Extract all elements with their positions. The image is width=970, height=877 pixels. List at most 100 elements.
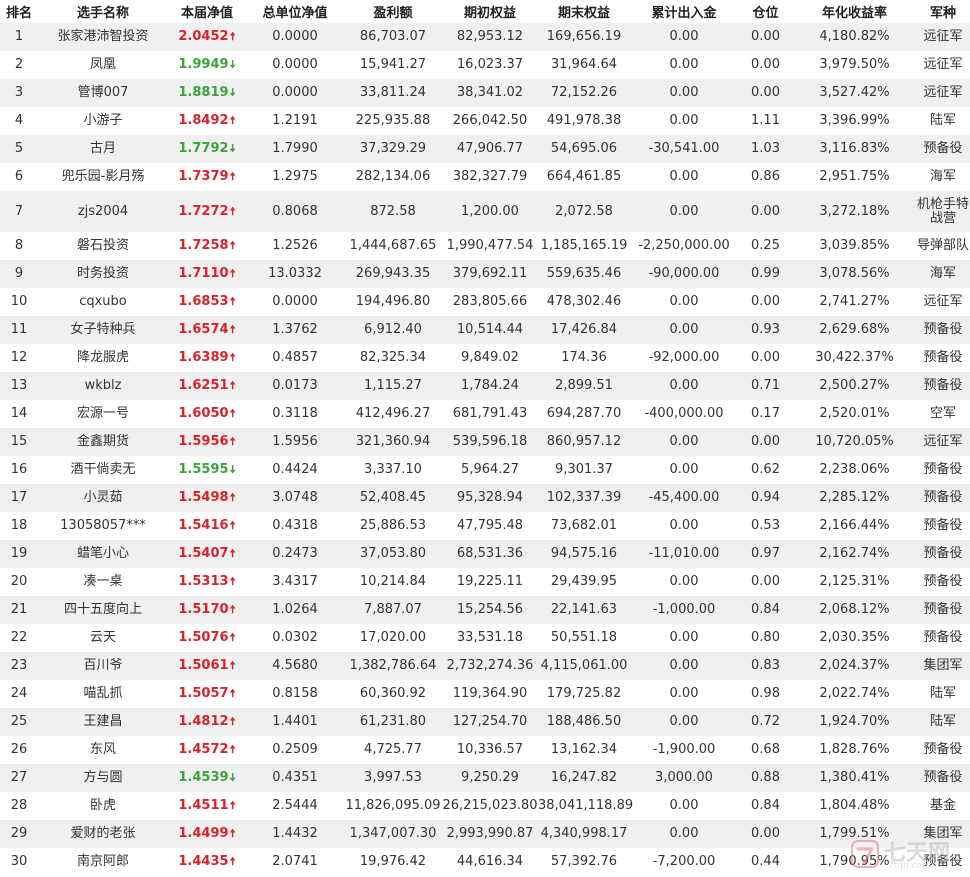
cell-annual-return: 2,238.06%: [793, 456, 916, 484]
cell-name: 古月: [38, 135, 168, 163]
cell-military: 预备役: [916, 372, 970, 400]
nav-value: 1.5170: [178, 602, 229, 617]
cell-end-equity: 38,041,118.89: [538, 792, 633, 820]
cell-profit: 82,325.34: [344, 344, 442, 372]
header-position: 仓位: [738, 0, 793, 23]
table-row: 27 方与圆 1.4539🠇 0.4351 3,997.53 9,250.29 16,247…: [0, 764, 970, 792]
cell-end-equity: 54,695.06: [538, 135, 630, 163]
cell-total-nav: 3.0748: [246, 484, 344, 512]
cell-end-equity: 4,115,061.00: [538, 652, 630, 680]
cell-nav: 1.6251🠅: [168, 372, 246, 400]
nav-value: 2.0452: [178, 29, 229, 44]
cell-nav: 1.5416🠅: [168, 512, 246, 540]
cell-rank: 3: [0, 79, 38, 107]
cell-annual-return: 2,629.68%: [793, 316, 916, 344]
cell-name: 卧虎: [38, 792, 168, 820]
cell-military: 集团军: [916, 652, 970, 680]
cell-rank: 23: [0, 652, 38, 680]
cell-begin-equity: 5,964.27: [442, 456, 538, 484]
nav-value: 1.5313: [178, 574, 229, 589]
cell-end-equity: 94,575.16: [538, 540, 630, 568]
cell-end-equity: 72,152.26: [538, 79, 630, 107]
ranking-table: 排名 选手名称 本届净值 总单位净值 盈利额 期初权益 期末权益 累计出入金 仓位 年化收益率 军种…: [0, 0, 970, 876]
cell-cumulative-flow: 0.00: [630, 163, 738, 191]
cell-begin-equity: 26,215,023.80: [442, 792, 538, 820]
cell-cumulative-flow: 0.00: [630, 624, 738, 652]
cell-annual-return: 2,125.31%: [793, 568, 916, 596]
cell-begin-equity: 2,993,990.87: [442, 820, 538, 848]
nav-value: 1.5057: [178, 686, 229, 701]
cell-profit: 15,941.27: [344, 51, 442, 79]
cell-begin-equity: 119,364.90: [442, 680, 538, 708]
cell-cumulative-flow: 0.00: [630, 708, 738, 736]
header-end-equity: 期末权益: [538, 0, 630, 23]
cell-profit: 6,912.40: [344, 316, 442, 344]
cell-end-equity: 2,072.58: [538, 191, 630, 232]
table-row: 24 喵乱抓 1.5057🠅 0.8158 60,360.92 119,364.90 179…: [0, 680, 970, 708]
cell-military: 远征军: [916, 288, 970, 316]
table-row: 7 zjs2004 1.7272🠅 0.8068 872.58 1,200.00 2,072…: [0, 191, 970, 232]
cell-profit: 269,943.35: [344, 260, 442, 288]
cell-rank: 5: [0, 135, 38, 163]
cell-name: 管博007: [38, 79, 168, 107]
cell-total-nav: 0.4318: [246, 512, 344, 540]
cell-total-nav: 0.4424: [246, 456, 344, 484]
cell-name: 张家港沛智投资: [38, 23, 168, 51]
cell-cumulative-flow: 0.00: [630, 372, 738, 400]
cell-name: zjs2004: [38, 191, 168, 232]
cell-nav: 1.5061🠅: [168, 652, 246, 680]
nav-value: 1.7792: [178, 141, 229, 156]
cell-military: 预备役: [916, 344, 970, 372]
cell-military: 预备役: [916, 512, 970, 540]
cell-rank: 27: [0, 764, 38, 792]
cell-name: 降龙服虎: [38, 344, 168, 372]
cell-position: 0.80: [738, 624, 793, 652]
cell-name: 时务投资: [38, 260, 168, 288]
cell-end-equity: 17,426.84: [538, 316, 630, 344]
cell-name: 小灵茹: [38, 484, 168, 512]
nav-value: 1.4572: [178, 742, 229, 757]
cell-profit: 60,360.92: [344, 680, 442, 708]
cell-profit: 86,703.07: [344, 23, 442, 51]
cell-total-nav: 0.8158: [246, 680, 344, 708]
cell-profit: 1,382,786.64: [344, 652, 442, 680]
cell-position: 0.93: [738, 316, 793, 344]
cell-rank: 9: [0, 260, 38, 288]
cell-nav: 1.5057🠅: [168, 680, 246, 708]
arrow-up-icon: 🠅: [229, 827, 236, 840]
table-row: 13 wkblz 1.6251🠅 0.0173 1,115.27 1,784.24 2,89…: [0, 372, 970, 400]
cell-nav: 1.7110🠅: [168, 260, 246, 288]
cell-military: 空军: [916, 400, 970, 428]
nav-value: 1.5956: [178, 434, 229, 449]
cell-profit: 33,811.24: [344, 79, 442, 107]
arrow-up-icon: 🠅: [229, 379, 236, 392]
cell-rank: 4: [0, 107, 38, 135]
cell-military: 海军: [916, 163, 970, 191]
cell-nav: 1.5170🠅: [168, 596, 246, 624]
arrow-up-icon: 🠅: [229, 631, 236, 644]
cell-military: 远征军: [916, 51, 970, 79]
table-row: 25 王建昌 1.4812🠅 1.4401 61,231.80 127,254.70 188…: [0, 708, 970, 736]
nav-value: 1.5416: [178, 518, 229, 533]
cell-begin-equity: 33,531.18: [442, 624, 538, 652]
cell-end-equity: 174.36: [538, 344, 630, 372]
cell-nav: 1.8819🠇: [168, 79, 246, 107]
cell-name: 东风: [38, 736, 168, 764]
cell-cumulative-flow: 0.00: [630, 792, 738, 820]
cell-end-equity: 1,185,165.19: [538, 232, 630, 260]
cell-begin-equity: 10,514.44: [442, 316, 538, 344]
header-nav: 本届净值: [168, 0, 246, 23]
arrow-up-icon: 🠅: [229, 114, 236, 127]
cell-nav: 1.4435🠅: [168, 848, 246, 876]
cell-profit: 1,444,687.65: [344, 232, 442, 260]
cell-rank: 19: [0, 540, 38, 568]
table-row: 6 兜乐园-影月殇 1.7379🠅 1.2975 282,134.06 382,327.7…: [0, 163, 970, 191]
cell-rank: 8: [0, 232, 38, 260]
cell-begin-equity: 47,906.77: [442, 135, 538, 163]
cell-position: 0.86: [738, 163, 793, 191]
arrow-down-icon: 🠇: [229, 86, 236, 99]
cell-position: 1.11: [738, 107, 793, 135]
cell-name: 凤凰: [38, 51, 168, 79]
cell-cumulative-flow: 0.00: [630, 652, 738, 680]
cell-nav: 1.6389🠅: [168, 344, 246, 372]
